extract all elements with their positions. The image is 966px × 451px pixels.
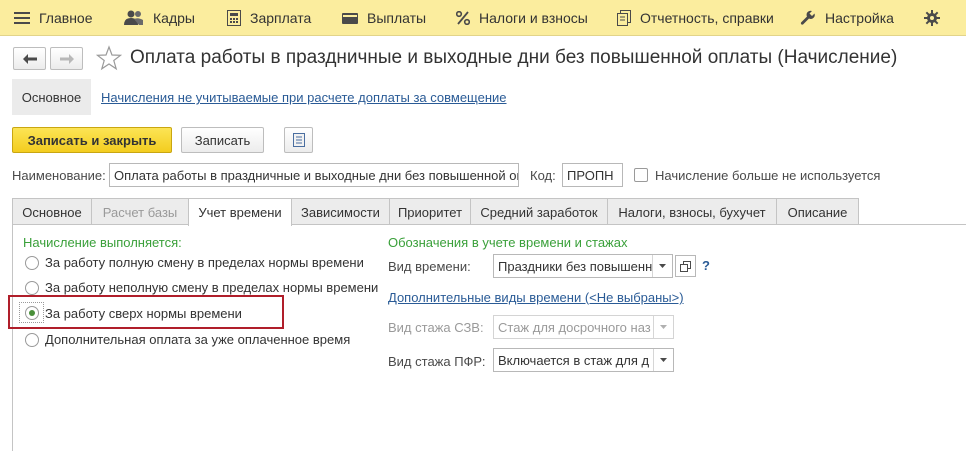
pfr-value: Включается в стаж для д [498, 353, 650, 368]
radio-partial-shift-label[interactable]: За работу неполную смену в пределах норм… [45, 280, 378, 295]
tab-description[interactable]: Описание [776, 198, 859, 225]
tab-priority[interactable]: Приоритет [389, 198, 471, 225]
tab-bar: Основное Расчет базы Учет времени Зависи… [12, 198, 966, 226]
pfr-label: Вид стажа ПФР: [388, 354, 486, 369]
menu-item-label: Настройка [825, 10, 894, 26]
additional-time-types-link[interactable]: Дополнительные виды времени (<Не выбраны… [388, 290, 684, 305]
dropdown-arrow-icon [653, 316, 673, 338]
menu-item-settings[interactable]: Настройка [800, 0, 894, 36]
favorite-star-icon[interactable] [96, 45, 122, 71]
open-window-icon [680, 260, 691, 272]
section-bar: Основное Начисления не учитываемые при р… [12, 79, 512, 115]
menu-item-salary[interactable]: Зарплата [227, 0, 311, 36]
menu-item-taxes[interactable]: Налоги и взносы [456, 0, 588, 36]
arrow-left-icon [22, 53, 37, 64]
time-group-title: Обозначения в учете времени и стажах [388, 235, 628, 250]
menu-item-label: Кадры [153, 10, 195, 26]
calculator-icon [227, 10, 241, 26]
code-label: Код: [530, 168, 556, 183]
back-button[interactable] [13, 47, 46, 70]
section-main[interactable]: Основное [12, 79, 91, 115]
time-type-label: Вид времени: [388, 259, 471, 274]
people-icon [124, 10, 143, 25]
reports-icon [617, 10, 631, 26]
menu-item-main[interactable]: Главное [14, 0, 93, 36]
percent-icon [456, 11, 470, 25]
radio-full-shift-label[interactable]: За работу полную смену в пределах нормы … [45, 255, 364, 270]
radio-additional-payment-label[interactable]: Дополнительная оплата за уже оплаченное … [45, 332, 350, 347]
tab-dependencies[interactable]: Зависимости [291, 198, 390, 225]
wrench-icon [800, 10, 815, 25]
hamburger-icon [14, 12, 30, 24]
time-type-value: Праздники без повышенн [498, 259, 653, 274]
gear-icon [924, 10, 940, 26]
save-button[interactable]: Записать [181, 127, 264, 153]
tab-taxes-accounting[interactable]: Налоги, взносы, бухучет [607, 198, 777, 225]
szv-label: Вид стажа СЗВ: [388, 320, 484, 335]
time-type-select[interactable]: Праздники без повышенн [493, 254, 673, 278]
forward-button[interactable] [50, 47, 83, 70]
menu-item-label: Налоги и взносы [479, 10, 588, 26]
report-button[interactable] [284, 127, 313, 153]
tab-time-accounting[interactable]: Учет времени [188, 198, 292, 226]
radio-partial-shift[interactable] [25, 281, 39, 295]
tab-base-calculation[interactable]: Расчет базы [91, 198, 189, 225]
accrual-group-title: Начисление выполняется: [23, 235, 182, 250]
menu-item-reports[interactable]: Отчетность, справки [617, 0, 774, 36]
help-icon[interactable]: ? [702, 258, 710, 273]
unused-checkbox-label[interactable]: Начисление больше не используется [655, 168, 880, 183]
tab-average-earnings[interactable]: Средний заработок [470, 198, 608, 225]
arrow-right-icon [59, 53, 74, 64]
unused-checkbox[interactable] [634, 168, 648, 182]
dropdown-arrow-icon[interactable] [652, 255, 672, 277]
wallet-icon [342, 13, 358, 24]
open-button[interactable] [675, 255, 696, 277]
menu-item-label: Отчетность, справки [640, 10, 774, 26]
menu-item-label: Выплаты [367, 10, 427, 26]
menu-item-label: Зарплата [250, 10, 312, 26]
main-menu-bar: Главное Кадры Зарплата Выплаты Налоги и … [0, 0, 966, 36]
code-field[interactable]: ПРОПН [562, 163, 623, 187]
menu-item-service[interactable] [924, 0, 949, 36]
menu-item-hr[interactable]: Кадры [124, 0, 195, 36]
radio-overtime-label[interactable]: За работу сверх нормы времени [45, 306, 242, 321]
page-title: Оплата работы в праздничные и выходные д… [130, 47, 898, 68]
radio-additional-payment[interactable] [25, 333, 39, 347]
radio-overtime[interactable] [25, 306, 39, 320]
menu-item-payments[interactable]: Выплаты [342, 0, 426, 36]
save-and-close-button[interactable]: Записать и закрыть [12, 127, 172, 153]
szv-value: Стаж для досрочного наз [498, 320, 651, 335]
szv-select: Стаж для досрочного наз [493, 315, 674, 339]
dropdown-arrow-icon[interactable] [653, 349, 673, 371]
menu-item-label: Главное [39, 10, 93, 26]
name-field[interactable]: Оплата работы в праздничные и выходные д… [109, 163, 519, 187]
pfr-select[interactable]: Включается в стаж для д [493, 348, 674, 372]
name-label: Наименование: [12, 168, 106, 183]
tab-main[interactable]: Основное [12, 198, 92, 225]
radio-full-shift[interactable] [25, 256, 39, 270]
section-link-unaccounted-accruals[interactable]: Начисления не учитываемые при расчете до… [101, 90, 507, 105]
list-report-icon [292, 133, 305, 147]
